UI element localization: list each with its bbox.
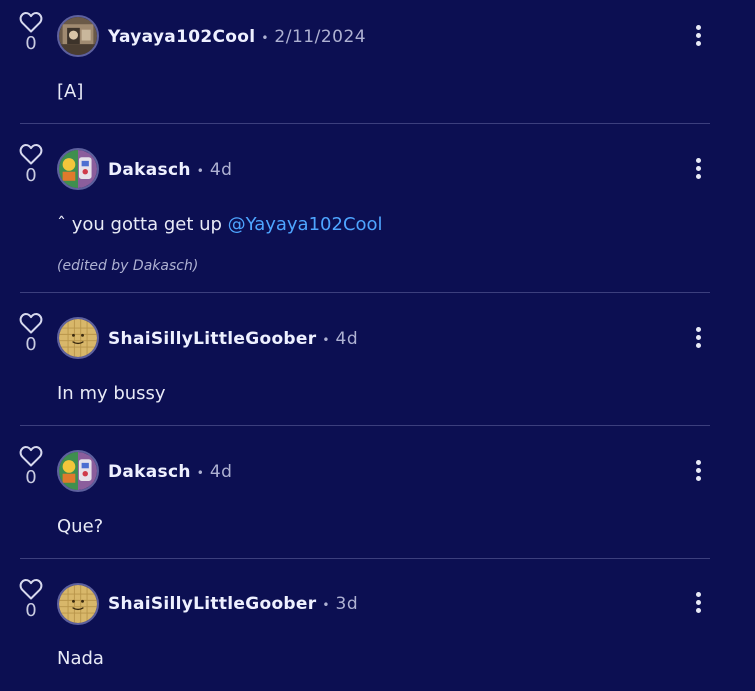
comment-item: 0 ShaiSillyLittleG (0, 293, 755, 426)
comment-item: 0 Dakasch • 4d Que? (0, 426, 755, 559)
comment-item: 0 Yayaya102Cool • 2/11/2024 [A] (0, 0, 755, 124)
like-count: 0 (25, 334, 37, 355)
more-options-icon[interactable] (688, 23, 708, 51)
comment-text: In my bussy (57, 383, 166, 404)
comment-text-body: ˆ you gotta get up (57, 214, 222, 235)
comment-meta: Dakasch • 4d (108, 460, 232, 485)
comment-text: Nada (57, 648, 104, 669)
like-control: 0 (19, 578, 43, 621)
comment-meta: ShaiSillyLittleGoober • 3d (108, 592, 358, 617)
timestamp: 4d (209, 160, 233, 180)
like-count: 0 (25, 600, 37, 621)
username[interactable]: Dakasch (108, 462, 191, 482)
comment-text: Que? (57, 516, 104, 537)
comment-meta: Yayaya102Cool • 2/11/2024 (108, 25, 366, 50)
like-control: 0 (19, 312, 43, 355)
more-options-icon[interactable] (688, 590, 708, 618)
heart-icon[interactable] (19, 578, 43, 600)
heart-icon[interactable] (19, 143, 43, 165)
user-mention-link[interactable]: @Yayaya102Cool (228, 214, 383, 235)
timestamp: 3d (335, 594, 359, 614)
separator-dot: • (196, 465, 204, 480)
username[interactable]: Dakasch (108, 160, 191, 180)
separator-dot: • (261, 30, 269, 45)
photo-avatar-icon[interactable] (57, 15, 99, 57)
comment-text: ˆ you gotta get up @Yayaya102Cool (57, 213, 383, 237)
comment-meta: ShaiSillyLittleGoober • 4d (108, 327, 358, 352)
comment-text: [A] (57, 81, 84, 102)
like-control: 0 (19, 445, 43, 488)
collage-avatar-icon[interactable] (57, 450, 99, 492)
separator-dot: • (196, 163, 204, 178)
like-count: 0 (25, 165, 37, 186)
username[interactable]: ShaiSillyLittleGoober (108, 594, 316, 614)
separator-dot: • (322, 332, 330, 347)
heart-icon[interactable] (19, 312, 43, 334)
username[interactable]: Yayaya102Cool (108, 27, 255, 47)
timestamp: 4d (335, 329, 359, 349)
username[interactable]: ShaiSillyLittleGoober (108, 329, 316, 349)
like-count: 0 (25, 33, 37, 54)
like-control: 0 (19, 143, 43, 186)
edited-note: (edited by Dakasch) (57, 258, 199, 274)
collage-avatar-icon[interactable] (57, 148, 99, 190)
timestamp: 2/11/2024 (274, 27, 367, 47)
separator-dot: • (322, 597, 330, 612)
like-control: 0 (19, 11, 43, 54)
comment-meta: Dakasch • 4d (108, 158, 232, 183)
like-count: 0 (25, 467, 37, 488)
smiley-avatar-icon[interactable] (57, 583, 99, 625)
smiley-avatar-icon[interactable] (57, 317, 99, 359)
comment-item: 0 Dakasch • 4d ˆ you gotta get up @Yayaya1… (0, 124, 755, 293)
more-options-icon[interactable] (688, 325, 708, 353)
heart-icon[interactable] (19, 445, 43, 467)
more-options-icon[interactable] (688, 156, 708, 184)
heart-icon[interactable] (19, 11, 43, 33)
comment-thread: 0 Yayaya102Cool • 2/11/2024 [A] 0 Dakasc… (0, 0, 755, 691)
timestamp: 4d (209, 462, 233, 482)
more-options-icon[interactable] (688, 458, 708, 486)
comment-item: 0 ShaiSillyLittleG (0, 559, 755, 691)
